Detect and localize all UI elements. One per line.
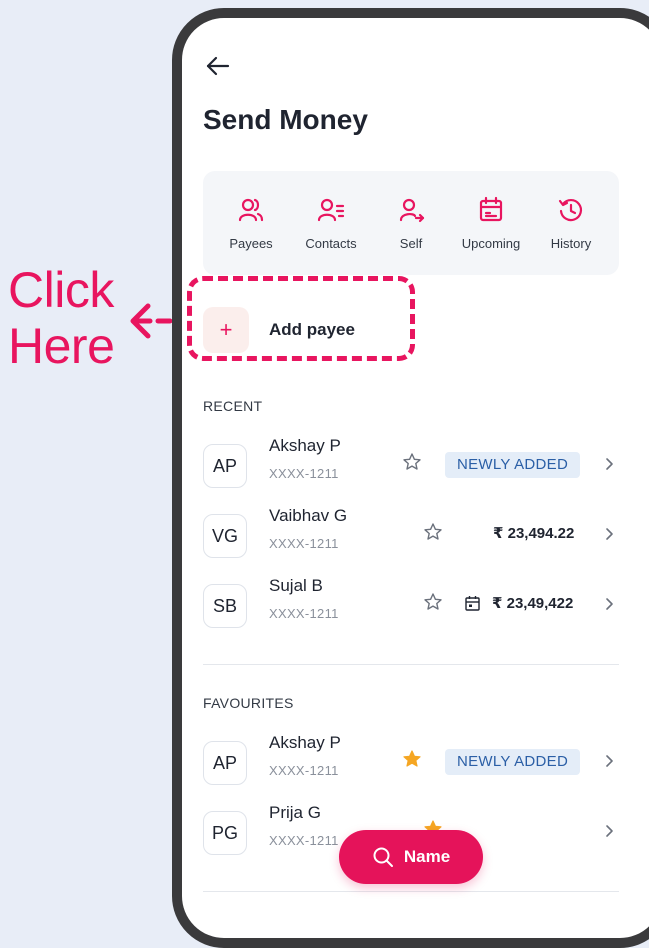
scheduled-amount: ₹ 23,49,422 xyxy=(492,595,574,612)
chevron-right-icon xyxy=(606,528,613,540)
click-here-annotation: Click Here xyxy=(8,262,148,374)
star-outline-icon[interactable] xyxy=(423,522,443,542)
payee-name: Akshay P xyxy=(269,733,341,752)
avatar: SB xyxy=(203,584,247,628)
quick-action-self[interactable]: Self xyxy=(373,196,449,251)
search-button-label: Name xyxy=(403,847,451,866)
avatar: PG xyxy=(203,811,247,855)
search-icon xyxy=(373,847,393,867)
status-badge: NEWLY ADDED xyxy=(445,749,581,775)
payee-name: Akshay P xyxy=(269,436,341,455)
screen: Send Money Payees Contacts Self Upcoming… xyxy=(182,18,649,938)
avatar: VG xyxy=(203,514,247,558)
avatar: AP xyxy=(203,741,247,785)
payees-icon xyxy=(238,198,264,221)
search-name-button[interactable]: Name xyxy=(339,830,483,884)
star-outline-icon[interactable] xyxy=(423,592,443,612)
payee-account: XXXX-1211 xyxy=(269,536,339,551)
highlight-dashed-box xyxy=(187,276,415,361)
payee-name: Prija G xyxy=(269,803,321,822)
quick-action-upcoming[interactable]: Upcoming xyxy=(453,196,529,251)
star-filled-icon[interactable] xyxy=(402,749,422,769)
quick-action-history[interactable]: History xyxy=(533,196,609,251)
back-arrow-icon[interactable] xyxy=(204,52,232,80)
payee-row[interactable]: AP Akshay P XXXX-1211 NEWLY ADDED xyxy=(203,733,619,789)
scheduled-calendar-icon xyxy=(465,596,480,611)
payee-account: XXXX-1211 xyxy=(269,833,339,848)
payee-row[interactable]: VG Vaibhav G XXXX-1211 ₹ 23,494.22 xyxy=(203,506,619,562)
page-title: Send Money xyxy=(203,104,368,135)
contacts-icon xyxy=(317,198,345,221)
star-outline-icon[interactable] xyxy=(402,452,422,472)
payee-row[interactable]: SB Sujal B XXXX-1211 ₹ 23,49,422 xyxy=(203,576,619,632)
phone-frame: Send Money Payees Contacts Self Upcoming… xyxy=(172,8,649,948)
quick-action-contacts[interactable]: Contacts xyxy=(293,196,369,251)
payee-row[interactable]: AP Akshay P XXXX-1211 NEWLY ADDED xyxy=(203,436,619,492)
calendar-icon xyxy=(479,196,503,221)
history-icon xyxy=(558,198,583,221)
quick-action-label: Self xyxy=(399,235,423,251)
payee-name: Sujal B xyxy=(269,576,323,595)
self-icon xyxy=(399,198,425,222)
payee-account: XXXX-1211 xyxy=(269,763,339,778)
chevron-right-icon xyxy=(606,458,613,470)
section-label-recent: RECENT xyxy=(203,398,263,414)
quick-action-label: Upcoming xyxy=(461,235,521,251)
chevron-right-icon xyxy=(606,825,613,837)
quick-action-label: Payees xyxy=(229,235,273,251)
section-label-favourites: FAVOURITES xyxy=(203,695,294,711)
payee-name: Vaibhav G xyxy=(269,506,348,525)
annotation-line-2: Here xyxy=(8,318,115,374)
avatar: AP xyxy=(203,444,247,488)
payee-account: XXXX-1211 xyxy=(269,466,339,481)
quick-action-label: Contacts xyxy=(305,235,357,251)
divider xyxy=(203,664,619,665)
status-badge: NEWLY ADDED xyxy=(445,452,581,478)
last-amount: ₹ 23,494.22 xyxy=(493,525,575,542)
payee-account: XXXX-1211 xyxy=(269,606,339,621)
divider xyxy=(203,891,619,892)
chevron-right-icon xyxy=(606,598,613,610)
annotation-line-1: Click xyxy=(8,262,114,318)
chevron-right-icon xyxy=(606,755,613,767)
quick-action-payees[interactable]: Payees xyxy=(213,196,289,251)
quick-action-label: History xyxy=(550,235,592,251)
quick-actions-bar: Payees Contacts Self Upcoming History xyxy=(203,171,619,275)
